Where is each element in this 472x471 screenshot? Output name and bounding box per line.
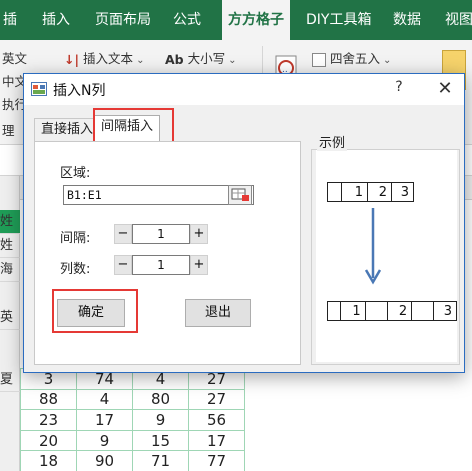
table-cell[interactable]: 17 [188, 429, 245, 452]
app-icon [31, 82, 47, 96]
interval-field[interactable]: 1 [132, 224, 190, 244]
insert-text-label: 插入文本 [83, 51, 134, 66]
example-title: 示例 [317, 132, 348, 151]
insert-columns-dialog: 插入N列 ? ✕ 直接插入 间隔插入 区域: B1:E1 间隔: − 1 + 列… [23, 73, 465, 373]
table-cell[interactable]: 23 [20, 409, 77, 431]
exit-button[interactable]: 退出 [185, 299, 251, 327]
side-cell-4[interactable]: 夏 [0, 368, 20, 392]
range-label: 区域: [60, 166, 91, 181]
table-cell[interactable]: 4 [76, 388, 133, 411]
ribbon-tab-insert[interactable]: 插入 [42, 0, 70, 40]
example-canvas: 1 2 3 1 2 3 [316, 150, 457, 362]
interval-increment-button[interactable]: + [190, 224, 208, 244]
ribbon-tab-bar: 插 插入 页面布局 公式 方方格子 DIY工具箱 数据 视图 [0, 0, 472, 40]
table-cell[interactable]: 17 [76, 409, 133, 431]
tab-direct-insert[interactable]: 直接插入 [34, 118, 101, 142]
side-cell-1[interactable]: 姓 [0, 234, 20, 258]
table-row: 18 90 71 77 [20, 450, 245, 471]
ribbon-tab-data[interactable]: 数据 [393, 0, 421, 40]
example-group: 1 2 3 1 2 3 示例 [311, 132, 463, 369]
table-cell[interactable]: 20 [20, 429, 77, 452]
dialog-title: 插入N列 [53, 83, 106, 99]
chevron-down-icon: ⌄ [136, 55, 145, 66]
chevron-down-icon: ⌄ [383, 55, 392, 66]
table-cell[interactable]: 80 [132, 388, 189, 411]
interval-label: 间隔: [60, 231, 91, 246]
table-cell[interactable]: 71 [132, 450, 189, 471]
table-cell[interactable]: 9 [76, 429, 133, 452]
example-before-table: 1 2 3 [327, 182, 414, 202]
range-value: B1:E1 [67, 188, 102, 202]
example-cell [364, 301, 388, 321]
columns-field[interactable]: 1 [132, 255, 190, 275]
ribbon-label-manage: 理 [2, 123, 15, 138]
highlight-ok-button [52, 289, 138, 333]
range-select-button[interactable] [228, 185, 252, 205]
round-button[interactable]: 四舍五入 ⌄ [312, 50, 391, 70]
table-cell[interactable]: 18 [20, 450, 77, 471]
table-row: 88 4 80 27 [20, 388, 245, 411]
example-cell: 1 [341, 182, 368, 202]
table-cell[interactable]: 15 [132, 429, 189, 452]
ribbon-tab-view[interactable]: 视图 [445, 0, 472, 40]
example-cell [326, 301, 342, 321]
side-cell-2[interactable]: 海 [0, 258, 20, 282]
example-after-table: 1 2 3 [326, 301, 457, 321]
round-label: 四舍五入 [330, 51, 381, 66]
case-label: 大小写 [187, 51, 226, 66]
close-button[interactable]: ✕ [430, 77, 460, 101]
ribbon-tab-partial[interactable]: 插 [3, 0, 17, 40]
table-cell[interactable]: 27 [188, 388, 245, 411]
down-arrow-icon [364, 208, 382, 285]
side-cell-3[interactable]: 英 [0, 306, 20, 330]
ribbon-tab-page-layout[interactable]: 页面布局 [95, 0, 151, 40]
ribbon-tab-fangfang[interactable]: 方方格子 [222, 0, 290, 40]
case-icon: Ab [165, 51, 184, 67]
range-select-icon [231, 188, 249, 201]
example-cell: 3 [433, 301, 457, 321]
insert-text-icon: ↓| [64, 51, 80, 67]
range-input[interactable]: B1:E1 [63, 185, 254, 205]
case-button[interactable]: Ab 大小写 ⌄ [165, 50, 237, 70]
table-cell[interactable]: 77 [188, 450, 245, 471]
columns-decrement-button[interactable]: − [114, 255, 132, 275]
interval-decrement-button[interactable]: − [114, 224, 132, 244]
example-cell: 2 [367, 182, 392, 202]
round-icon [312, 52, 326, 67]
example-cell: 1 [340, 301, 366, 321]
ribbon-tab-formulas[interactable]: 公式 [173, 0, 201, 40]
example-cell: 3 [391, 182, 414, 202]
example-cell [327, 182, 342, 202]
ribbon-tab-diy[interactable]: DIY工具箱 [306, 0, 371, 40]
example-frame: 1 2 3 1 2 3 [311, 149, 460, 365]
table-cell[interactable]: 90 [76, 450, 133, 471]
example-cell [411, 301, 435, 321]
table-cell[interactable]: 88 [20, 388, 77, 411]
table-cell[interactable]: 56 [188, 409, 245, 431]
table-cell[interactable]: 9 [132, 409, 189, 431]
chevron-down-icon: ⌄ [228, 55, 237, 66]
example-cell: 2 [386, 301, 413, 321]
ribbon-label-english[interactable]: 英文 [2, 50, 27, 68]
table-row: 23 17 9 56 [20, 409, 245, 431]
columns-label: 列数: [60, 262, 91, 277]
table-row: 20 9 15 17 [20, 429, 245, 452]
side-cell-0[interactable]: 姓 [0, 210, 20, 234]
dialog-titlebar[interactable]: 插入N列 ? ✕ [24, 74, 464, 105]
data-table[interactable]: 3 74 4 27 88 4 80 27 23 17 9 56 20 9 15 17 18 90 71 77 [20, 368, 245, 471]
insert-text-button[interactable]: ↓| 插入文本 ⌄ [64, 50, 144, 70]
help-button[interactable]: ? [384, 79, 414, 99]
columns-increment-button[interactable]: + [190, 255, 208, 275]
